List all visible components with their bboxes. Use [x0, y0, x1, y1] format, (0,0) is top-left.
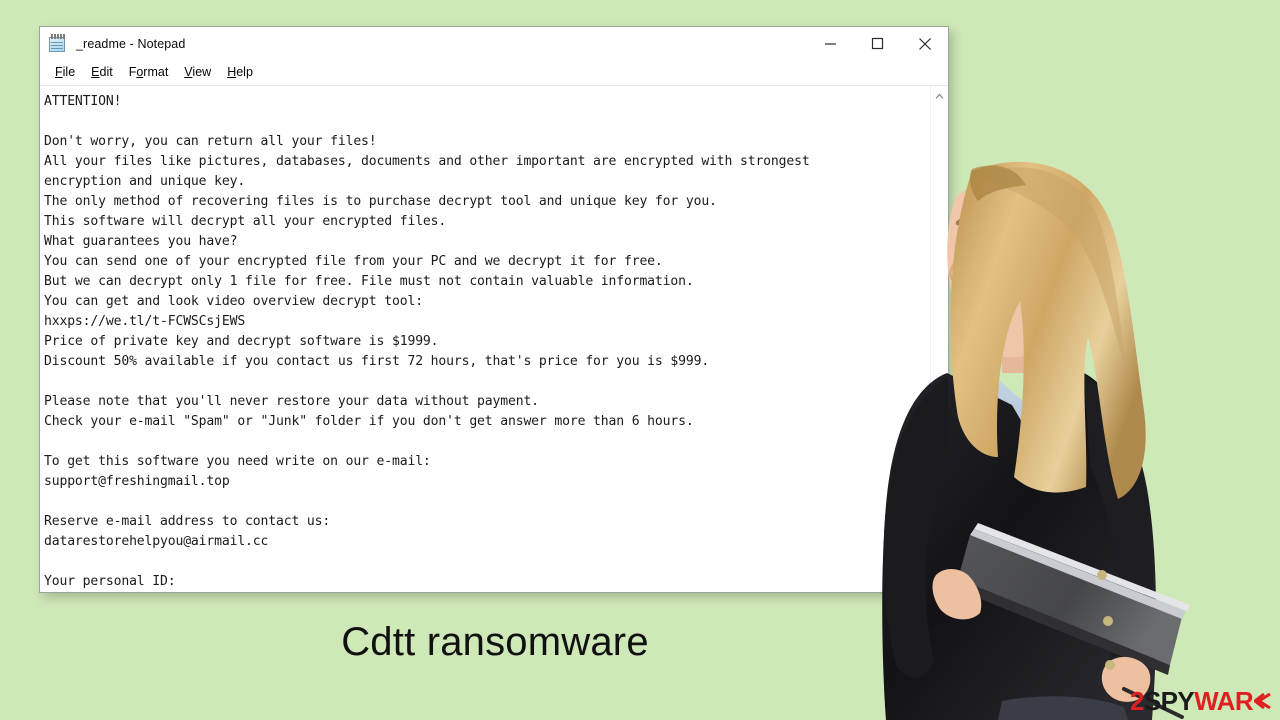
- editor-area[interactable]: ATTENTION! Don't worry, you can return a…: [40, 85, 948, 592]
- logo-digit: 2: [1130, 686, 1144, 716]
- notepad-window[interactable]: _readme - Notepad File Edit Format View …: [39, 26, 949, 593]
- chevron-double-left-icon: [1254, 691, 1272, 711]
- titlebar-left: _readme - Notepad: [40, 34, 185, 53]
- close-button[interactable]: [901, 27, 948, 60]
- window-titlebar[interactable]: _readme - Notepad: [40, 27, 948, 60]
- menu-format[interactable]: Format: [122, 64, 178, 81]
- notepad-icon: [48, 34, 67, 53]
- minimize-button[interactable]: [807, 27, 854, 60]
- chevron-up-icon[interactable]: [931, 88, 948, 105]
- maximize-button[interactable]: [854, 27, 901, 60]
- logo-text-war: WAR: [1194, 686, 1253, 716]
- page-title: Cdtt ransomware: [341, 620, 649, 664]
- brand-logo-2spyware: 2 SPY WAR: [1130, 688, 1272, 714]
- vertical-scrollbar[interactable]: [930, 86, 948, 592]
- menu-view[interactable]: View: [177, 64, 220, 81]
- ransom-note-text[interactable]: ATTENTION! Don't worry, you can return a…: [40, 86, 930, 592]
- screenshot-canvas: _readme - Notepad File Edit Format View …: [0, 0, 1280, 720]
- window-controls[interactable]: [807, 27, 948, 60]
- menu-file[interactable]: File: [48, 64, 84, 81]
- menu-edit[interactable]: Edit: [84, 64, 122, 81]
- menu-bar[interactable]: File Edit Format View Help: [40, 60, 948, 85]
- logo-text-spy: SPY: [1143, 686, 1195, 716]
- window-title: _readme - Notepad: [76, 36, 186, 51]
- menu-help[interactable]: Help: [220, 64, 262, 81]
